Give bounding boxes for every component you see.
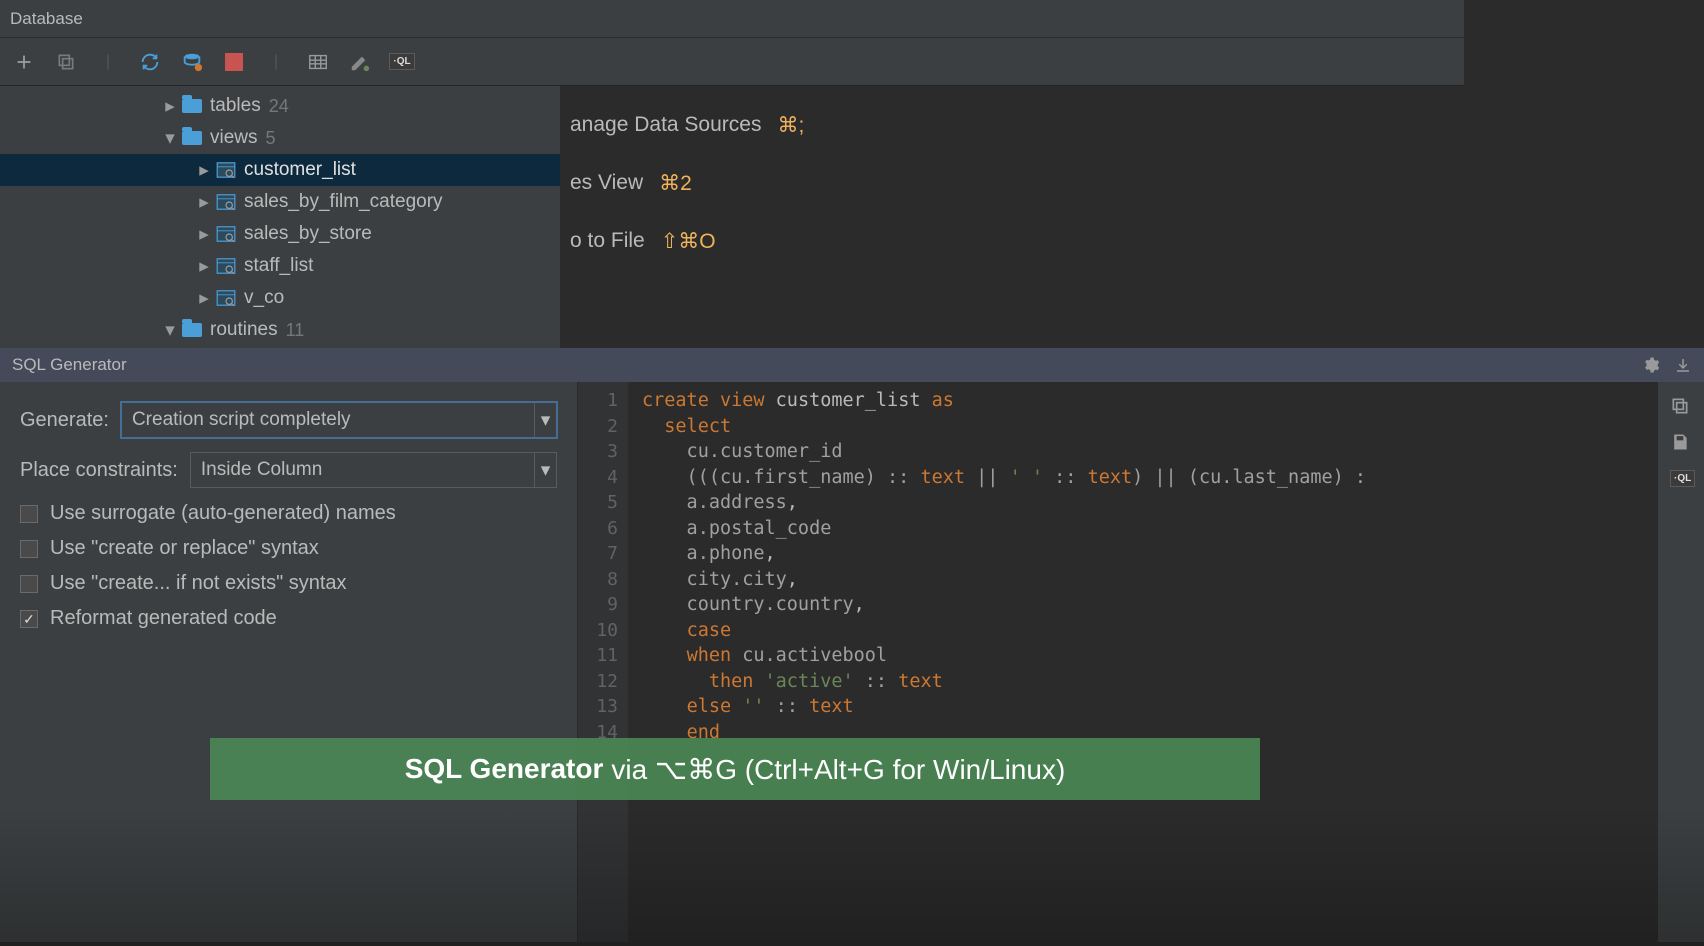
tree-row[interactable]: ▸ v_co [0,282,560,314]
sql-generator-body: Generate: Creation script completely ▾ P… [0,382,1704,942]
tree-row[interactable]: ▾ routines 11 [0,314,560,346]
tip-banner: SQL Generator via ⌥⌘G (Ctrl+Alt+G for Wi… [210,738,1260,800]
folder-icon [180,131,204,145]
tree-row[interactable]: ▸ staff_list [0,250,560,282]
ql-icon[interactable]: ·QL [1670,468,1692,490]
edit-icon[interactable] [346,48,374,76]
refresh-icon[interactable] [136,48,164,76]
checkbox-reformat[interactable]: Reformat generated code [20,607,557,630]
sql-generator-preview: 1234567891011121314 create view customer… [578,382,1704,942]
stop-icon[interactable] [220,48,248,76]
preview-side-actions: ·QL [1658,382,1704,942]
place-constraints-label: Place constraints: [20,459,178,482]
chevron-right-icon[interactable]: ▸ [160,95,180,118]
chevron-right-icon[interactable]: ▸ [194,159,214,182]
folder-icon [180,323,204,337]
database-tree[interactable]: ▸ tables 24 ▾ views 5 ▸ customer_list ▸ … [0,86,560,348]
tree-count: 11 [286,320,305,341]
view-icon [214,226,238,242]
chevron-down-icon: ▾ [534,403,556,437]
tree-label: tables [210,95,261,117]
tree-label: v_co [244,287,284,309]
add-icon[interactable] [10,48,38,76]
line-gutter: 1234567891011121314 [578,382,628,942]
copy-icon[interactable] [1670,396,1692,418]
copy-icon[interactable] [52,48,80,76]
chevron-right-icon[interactable]: ▸ [194,287,214,310]
chevron-down-icon[interactable]: ▾ [160,127,180,150]
view-icon [214,194,238,210]
chevron-right-icon[interactable]: ▸ [194,191,214,214]
divider: | [262,48,290,76]
tree-row[interactable]: ▸ sales_by_store [0,218,560,250]
chevron-down-icon: ▾ [534,453,556,487]
chevron-down-icon[interactable]: ▾ [160,319,180,342]
tree-count: 5 [266,128,276,149]
chevron-right-icon[interactable]: ▸ [194,255,214,278]
sql-generator-options: Generate: Creation script completely ▾ P… [0,382,578,942]
tree-label: views [210,127,258,149]
tree-row[interactable]: ▾ views 5 [0,122,560,154]
tree-label: sales_by_film_category [244,191,443,213]
checkbox-create-or-replace[interactable]: Use "create or replace" syntax [20,537,557,560]
divider: | [94,48,122,76]
upper-body: ▸ tables 24 ▾ views 5 ▸ customer_list ▸ … [0,86,1704,348]
view-icon [214,162,238,178]
tree-label: routines [210,319,278,341]
place-constraints-select[interactable]: Inside Column ▾ [190,452,557,488]
sql-generator-title: SQL Generator [12,355,127,375]
tree-count: 24 [269,96,289,117]
background-fill [1464,0,1704,348]
tree-label: staff_list [244,255,313,277]
view-icon [214,258,238,274]
ql-icon[interactable]: ·QL [388,48,416,76]
save-icon[interactable] [1670,432,1692,454]
checkbox-surrogate[interactable]: Use surrogate (auto-generated) names [20,502,557,525]
checkbox-if-not-exists[interactable]: Use "create... if not exists" syntax [20,572,557,595]
table-icon[interactable] [304,48,332,76]
generate-label: Generate: [20,409,109,432]
panel-title: Database [10,9,83,29]
tree-row[interactable]: ▸ tables 24 [0,90,560,122]
download-icon[interactable] [1674,356,1692,374]
gear-icon[interactable] [1642,356,1660,374]
database-sync-icon[interactable] [178,48,206,76]
database-toolbar: | | ·QL [0,38,1704,86]
view-icon [214,290,238,306]
tree-row[interactable]: ▸ customer_list [0,154,560,186]
tree-row[interactable]: ▸ sales_by_film_category [0,186,560,218]
sql-generator-header: SQL Generator [0,348,1704,382]
database-panel-header: Database | [0,0,1704,38]
generate-select[interactable]: Creation script completely ▾ [121,402,557,438]
chevron-right-icon[interactable]: ▸ [194,223,214,246]
code-preview[interactable]: create view customer_list as select cu.c… [628,382,1658,942]
tree-label: sales_by_store [244,223,372,245]
tree-label: customer_list [244,159,356,181]
folder-icon [180,99,204,113]
